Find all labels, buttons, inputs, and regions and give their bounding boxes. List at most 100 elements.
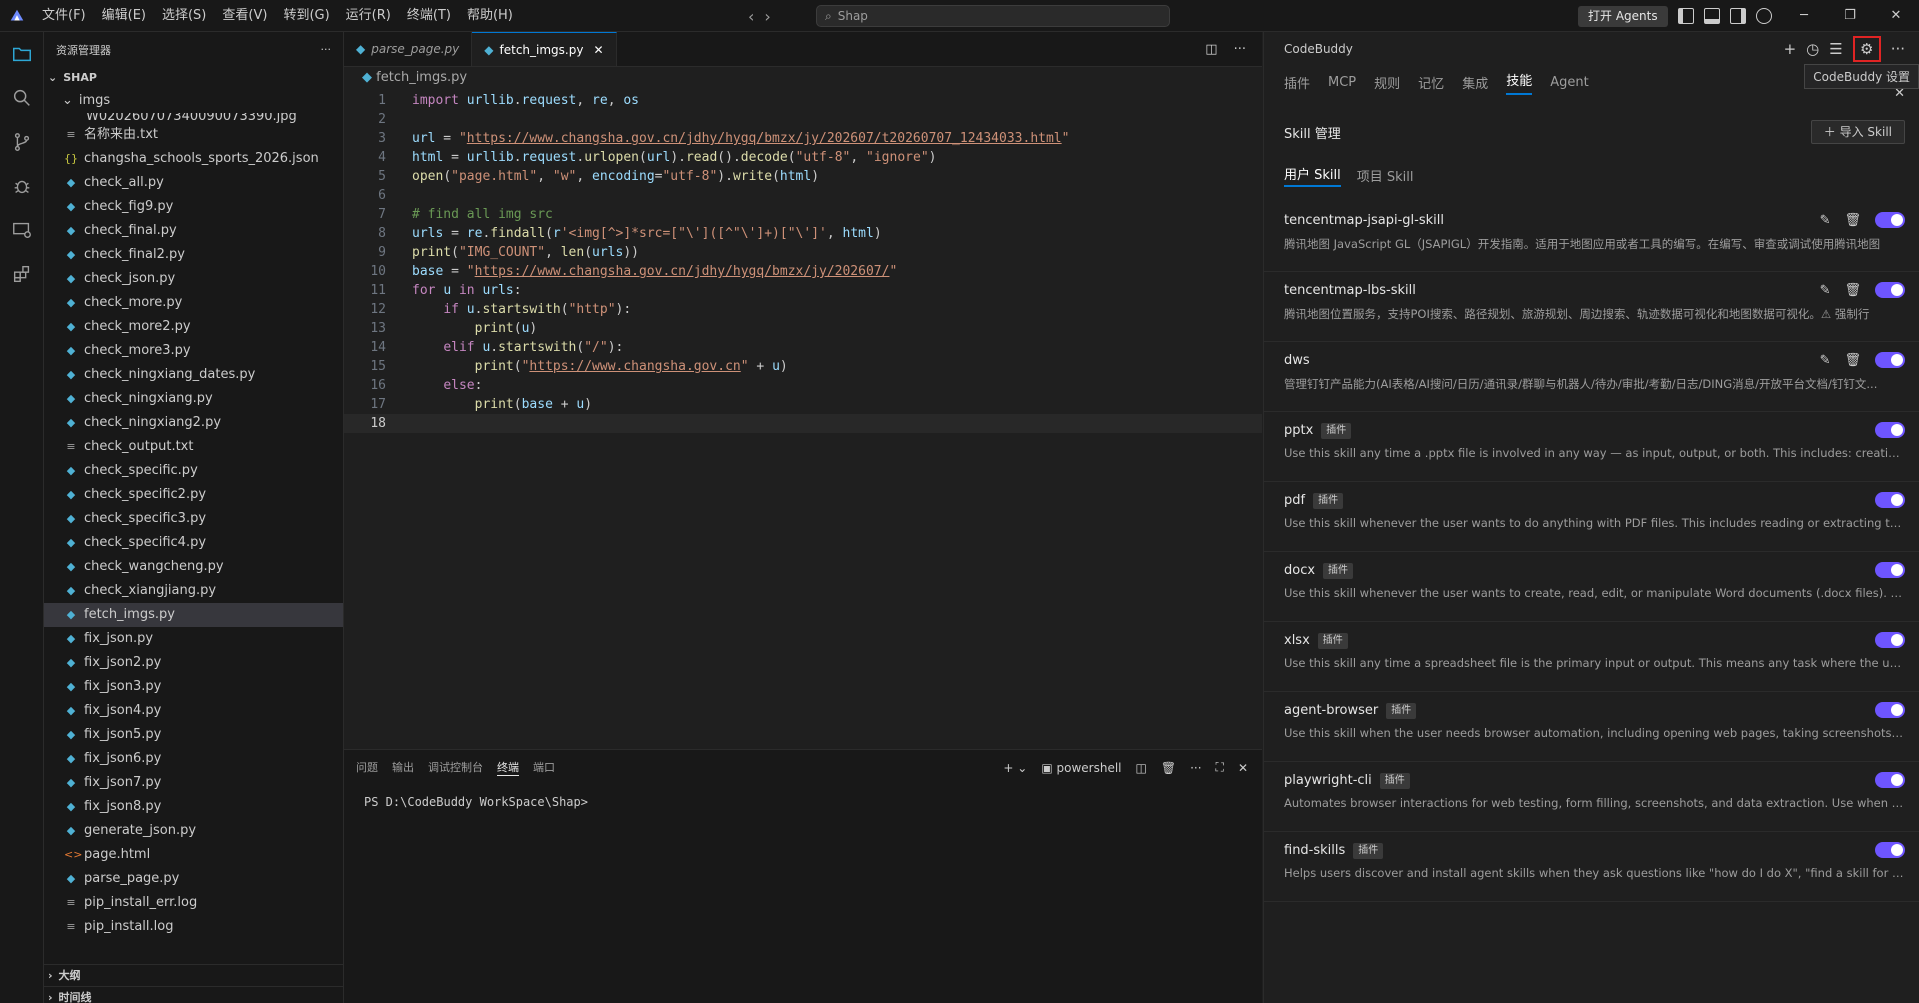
delete-icon[interactable]: 🗑 (1844, 213, 1861, 228)
terminal-shell-label[interactable]: ▣ powershell (1041, 761, 1121, 775)
code-line[interactable]: 7 # find all img src (344, 205, 1262, 224)
forward-arrow-icon[interactable]: › (764, 7, 770, 26)
workspace-root[interactable]: ⌄ SHAP (44, 67, 343, 89)
skill-toggle[interactable] (1875, 702, 1905, 718)
code-line[interactable]: 8 urls = re.findall(r'<img[^>]*src=["\'](… (344, 224, 1262, 243)
menu-item[interactable]: 选择(S) (154, 0, 214, 32)
skill-toggle[interactable] (1875, 492, 1905, 508)
split-terminal-icon[interactable]: ◫ (1136, 761, 1147, 775)
code-line[interactable]: 14 elif u.startswith("/"): (344, 338, 1262, 357)
codebuddy-tab[interactable]: 规则 (1374, 73, 1400, 92)
file-item[interactable]: ◆ check_specific4.py (44, 531, 343, 555)
file-item[interactable]: ◆ check_more.py (44, 291, 343, 315)
file-item[interactable]: ◆ check_final2.py (44, 243, 343, 267)
code-line[interactable]: 2 (344, 110, 1262, 129)
panel-tab[interactable]: 调试控制台 (428, 759, 483, 776)
explorer-icon[interactable] (0, 32, 44, 76)
panel-tab[interactable]: 端口 (533, 759, 555, 776)
file-item[interactable]: ◆ check_ningxiang_dates.py (44, 363, 343, 387)
kill-terminal-icon[interactable]: 🗑 (1161, 761, 1176, 775)
file-item[interactable]: ◆ fix_json7.py (44, 771, 343, 795)
file-item[interactable]: {} changsha_schools_sports_2026.json (44, 147, 343, 171)
code-line[interactable]: 17 print(base + u) (344, 395, 1262, 414)
outline-section[interactable]: › 大纲 (44, 964, 344, 986)
file-item[interactable]: ◆ fix_json3.py (44, 675, 343, 699)
extensions-icon[interactable] (0, 252, 44, 296)
file-item[interactable]: ◆ check_all.py (44, 171, 343, 195)
skill-toggle[interactable] (1875, 282, 1905, 298)
code-line[interactable]: 1 import urllib.request, re, os (344, 91, 1262, 110)
menu-item[interactable]: 查看(V) (214, 0, 275, 32)
file-item[interactable]: ◆ check_fig9.py (44, 195, 343, 219)
codebuddy-tab[interactable]: MCP (1328, 75, 1356, 90)
skill-toggle[interactable] (1875, 842, 1905, 858)
file-item[interactable]: ◆ fetch_imgs.py (44, 603, 343, 627)
file-item[interactable]: ◆ fix_json4.py (44, 699, 343, 723)
file-item[interactable]: ◆ parse_page.py (44, 867, 343, 891)
file-item[interactable]: ≡ check_output.txt (44, 435, 343, 459)
new-chat-icon[interactable]: + (1784, 40, 1797, 58)
file-item[interactable]: ◆ fix_json8.py (44, 795, 343, 819)
breadcrumb[interactable]: ◆ fetch_imgs.py (344, 67, 1262, 89)
split-editor-icon[interactable]: ◫ (1205, 42, 1217, 57)
file-item[interactable]: ◆ fix_json.py (44, 627, 343, 651)
source-control-icon[interactable] (0, 120, 44, 164)
menu-item[interactable]: 文件(F) (34, 0, 94, 32)
panel-tab[interactable]: 输出 (392, 759, 414, 776)
settings-gear-icon[interactable]: ⚙ (1852, 36, 1881, 62)
menu-item[interactable]: 运行(R) (338, 0, 399, 32)
file-item[interactable]: ◆ fix_json5.py (44, 723, 343, 747)
debug-icon[interactable] (0, 164, 44, 208)
tab-parse-page[interactable]: ◆ parse_page.py (344, 32, 473, 66)
file-item[interactable]: ◆ check_xiangjiang.py (44, 579, 343, 603)
file-item[interactable]: ≡ pip_install.log (44, 915, 343, 939)
more-actions-icon[interactable]: ··· (321, 43, 332, 56)
code-line[interactable]: 3 url = "https://www.changsha.gov.cn/jdhy… (344, 129, 1262, 148)
edit-icon[interactable]: ✎ (1820, 213, 1831, 228)
terminal[interactable]: PS D:\CodeBuddy WorkSpace\Shap> (344, 785, 1262, 819)
file-item[interactable]: ◆ check_more2.py (44, 315, 343, 339)
close-panel-icon[interactable]: ✕ (1238, 761, 1248, 775)
code-line[interactable]: 5 open("page.html", "w", encoding="utf-8"… (344, 167, 1262, 186)
timeline-section[interactable]: › 时间线 (44, 986, 344, 1003)
open-agents-button[interactable]: 打开 Agents (1578, 6, 1668, 27)
edit-icon[interactable]: ✎ (1820, 283, 1831, 298)
panel-tab[interactable]: 问题 (356, 759, 378, 776)
file-item[interactable]: ◆ generate_json.py (44, 819, 343, 843)
maximize-panel-icon[interactable]: ⛶ (1216, 760, 1224, 775)
skill-toggle[interactable] (1875, 352, 1905, 368)
code-line[interactable]: 6 (344, 186, 1262, 205)
file-item[interactable]: ◆ check_ningxiang.py (44, 387, 343, 411)
codebuddy-tab[interactable]: 记忆 (1418, 73, 1444, 92)
code-line[interactable]: 10 base = "https://www.changsha.gov.cn/jd… (344, 262, 1262, 281)
code-line[interactable]: 13 print(u) (344, 319, 1262, 338)
search-view-icon[interactable] (0, 76, 44, 120)
editor-more-icon[interactable]: ··· (1234, 42, 1246, 57)
file-item[interactable]: ◆ check_specific.py (44, 459, 343, 483)
remote-explorer-icon[interactable] (0, 208, 44, 252)
code-line[interactable]: 12 if u.startswith("http"): (344, 300, 1262, 319)
codebuddy-tab[interactable]: Agent (1550, 75, 1588, 90)
file-item[interactable]: <> page.html (44, 843, 343, 867)
folder-imgs[interactable]: ⌄ imgs (44, 89, 343, 113)
codebuddy-tab[interactable]: 技能 (1506, 70, 1533, 95)
codebuddy-tab[interactable]: 插件 (1284, 73, 1310, 92)
file-item[interactable]: ≡ pip_install_err.log (44, 891, 343, 915)
account-icon[interactable] (1756, 8, 1772, 24)
menu-item[interactable]: 终端(T) (399, 0, 459, 32)
delete-icon[interactable]: 🗑 (1844, 353, 1861, 368)
code-line[interactable]: 16 else: (344, 376, 1262, 395)
back-arrow-icon[interactable]: ‹ (748, 7, 754, 26)
close-window-icon[interactable]: ✕ (1873, 0, 1919, 32)
file-item[interactable]: ◆ check_specific3.py (44, 507, 343, 531)
import-skill-button[interactable]: ＋ 导入 Skill (1810, 120, 1905, 144)
menu-item[interactable]: 帮助(H) (459, 0, 521, 32)
minimize-icon[interactable]: ─ (1781, 0, 1827, 32)
code-line[interactable]: 15 print("https://www.changsha.gov.cn" +… (344, 357, 1262, 376)
close-tab-icon[interactable]: ✕ (593, 43, 603, 57)
file-item[interactable]: ◆ check_wangcheng.py (44, 555, 343, 579)
file-item[interactable]: ◆ check_specific2.py (44, 483, 343, 507)
file-item[interactable]: ◆ fix_json2.py (44, 651, 343, 675)
edit-icon[interactable]: ✎ (1820, 353, 1831, 368)
command-center-search[interactable]: ⌕ Shap (816, 5, 1170, 27)
